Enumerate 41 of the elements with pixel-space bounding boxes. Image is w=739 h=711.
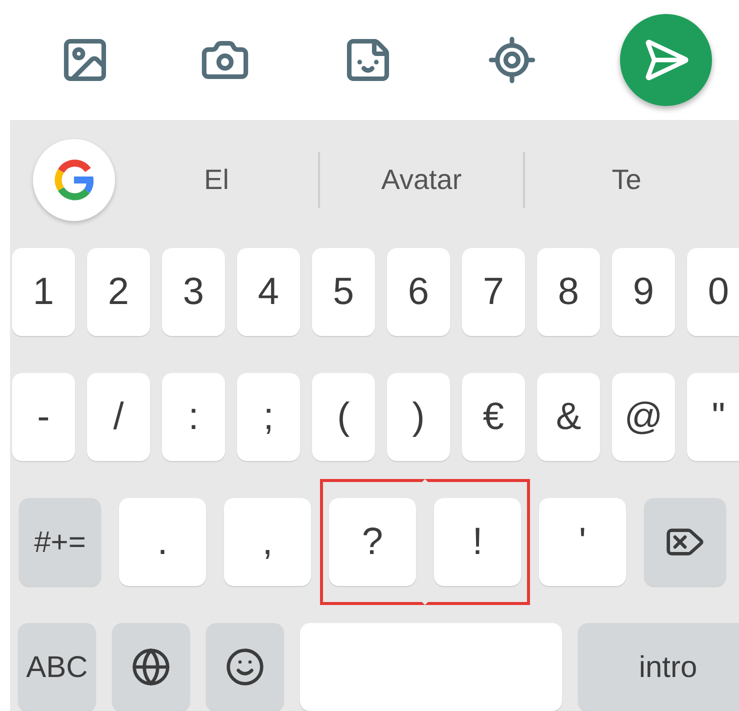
location-button[interactable] — [487, 35, 537, 85]
key[interactable]: ; — [237, 373, 300, 461]
suggestion[interactable]: Te — [525, 159, 728, 201]
key[interactable]: , — [224, 498, 311, 586]
suggestion[interactable]: El — [115, 159, 318, 201]
key[interactable]: 2 — [87, 248, 150, 336]
location-icon — [487, 35, 537, 85]
key[interactable]: ? — [329, 498, 416, 586]
key[interactable]: 7 — [462, 248, 525, 336]
key[interactable]: ( — [312, 373, 375, 461]
key[interactable]: 0 — [687, 248, 739, 336]
key[interactable]: @ — [612, 373, 675, 461]
key[interactable]: ! — [434, 498, 521, 586]
key[interactable]: € — [462, 373, 525, 461]
key[interactable]: ' — [539, 498, 626, 586]
send-button[interactable] — [620, 14, 712, 106]
key[interactable]: & — [537, 373, 600, 461]
globe-icon — [131, 647, 171, 687]
key[interactable]: : — [162, 373, 225, 461]
emoji-key[interactable] — [206, 623, 284, 711]
key[interactable]: . — [119, 498, 206, 586]
key[interactable]: 4 — [237, 248, 300, 336]
google-button[interactable] — [33, 139, 115, 221]
key[interactable]: " — [687, 373, 739, 461]
language-key[interactable] — [112, 623, 190, 711]
key[interactable]: 5 — [312, 248, 375, 336]
key[interactable]: - — [12, 373, 75, 461]
google-logo-icon — [52, 158, 96, 202]
key[interactable]: 3 — [162, 248, 225, 336]
key[interactable]: 8 — [537, 248, 600, 336]
key[interactable]: / — [87, 373, 150, 461]
key[interactable]: ) — [387, 373, 450, 461]
smiley-icon — [225, 647, 265, 687]
key[interactable]: 9 — [612, 248, 675, 336]
key[interactable]: 6 — [387, 248, 450, 336]
key[interactable]: ABC — [18, 623, 96, 711]
suggestion[interactable]: Avatar — [320, 159, 523, 201]
key[interactable]: intro — [578, 623, 739, 711]
key[interactable]: #+= — [19, 498, 101, 586]
key[interactable]: 1 — [12, 248, 75, 336]
backspace-key[interactable] — [644, 498, 726, 586]
